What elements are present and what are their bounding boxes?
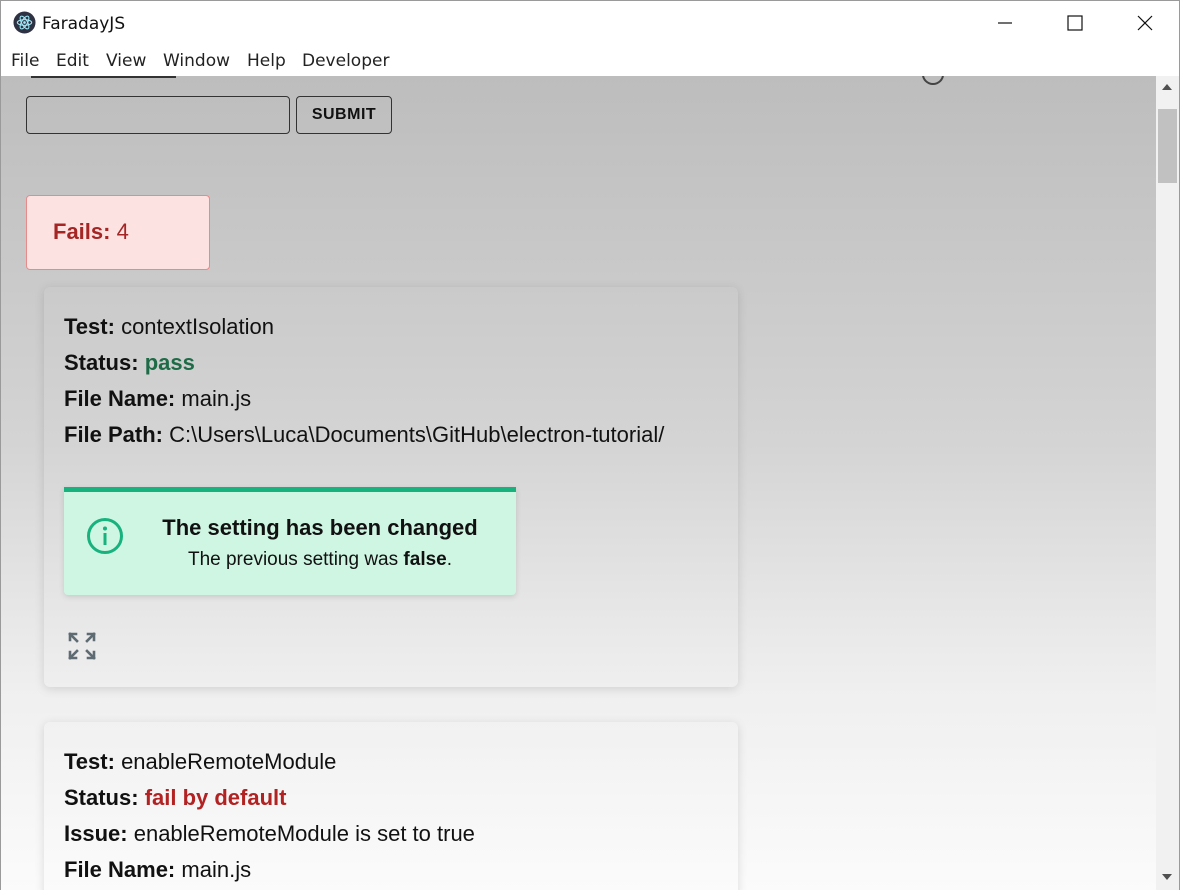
alert-title: The setting has been changed [162,515,478,540]
close-button[interactable] [1110,1,1180,45]
menu-window[interactable]: Window [163,51,230,71]
file-path-label: File Path: [64,422,164,447]
scroll-thumb[interactable] [1158,109,1177,183]
maximize-icon [1067,15,1083,31]
issue-row: Issue: enableRemoteModule is set to true [64,816,738,852]
submit-button[interactable]: SUBMIT [296,96,392,134]
file-name-value: main.js [181,857,252,882]
test-result-card: Test: contextIsolation Status: pass File… [44,287,738,687]
test-row: Test: enableRemoteModule [64,744,738,780]
status-value: pass [144,350,195,375]
alert-body-suffix: . [446,549,453,570]
menu-edit[interactable]: Edit [56,51,89,71]
scroll-down-arrow-icon[interactable] [1162,874,1172,880]
file-path-row: File Path: C:\Users\Luca\Documents\GitHu… [64,417,738,453]
scroll-up-arrow-icon[interactable] [1162,84,1172,90]
app-window: FaradayJS File Edit View Window Help Dev… [0,0,1180,890]
alert-body: The previous setting was false. [64,549,516,571]
test-value: enableRemoteModule [121,749,337,774]
setting-changed-alert: The setting has been changed The previou… [64,487,516,595]
file-name-value: main.js [181,386,252,411]
menu-developer[interactable]: Developer [302,51,389,71]
status-row: Status: pass [64,345,738,381]
close-icon [1137,15,1153,31]
fails-summary: Fails: 4 [26,195,210,270]
fails-label: Fails: [53,219,111,244]
menu-file[interactable]: File [11,51,39,71]
electron-logo-icon [13,11,36,34]
file-path-value: C:\Users\Luca\Documents\GitHub\electron-… [169,422,665,447]
path-input[interactable] [26,96,290,134]
minimize-button[interactable] [970,1,1040,45]
menu-bar: File Edit View Window Help Developer [1,45,1179,76]
alert-body-prefix: The previous setting was [187,549,404,570]
alert-body-value: false [403,549,447,570]
menu-help[interactable]: Help [247,51,286,71]
test-value: contextIsolation [121,314,274,339]
expand-icon[interactable] [66,630,98,662]
fails-count: 4 [116,219,129,244]
window-title: FaradayJS [42,14,126,34]
file-name-row: File Name: main.js [64,852,738,888]
minimize-icon [998,22,1012,24]
test-label: Test: [64,749,115,774]
file-name-label: File Name: [64,386,176,411]
menu-view[interactable]: View [106,51,146,71]
status-label: Status: [64,350,139,375]
partial-circle-graphic [922,76,944,85]
status-label: Status: [64,785,139,810]
issue-value: enableRemoteModule is set to true [133,821,475,846]
file-name-row: File Name: main.js [64,381,738,417]
title-bar: FaradayJS [1,1,1179,45]
maximize-button[interactable] [1040,1,1110,45]
issue-label: Issue: [64,821,128,846]
status-value: fail by default [144,785,287,810]
main-content: SUBMIT Fails: 4 Test: contextIsolation S… [1,76,1156,890]
vertical-scrollbar[interactable] [1156,76,1179,890]
test-result-card: Test: enableRemoteModule Status: fail by… [44,722,738,890]
test-label: Test: [64,314,115,339]
status-row: Status: fail by default [64,780,738,816]
file-name-label: File Name: [64,857,176,882]
test-row: Test: contextIsolation [64,309,738,345]
partial-divider [31,76,176,78]
